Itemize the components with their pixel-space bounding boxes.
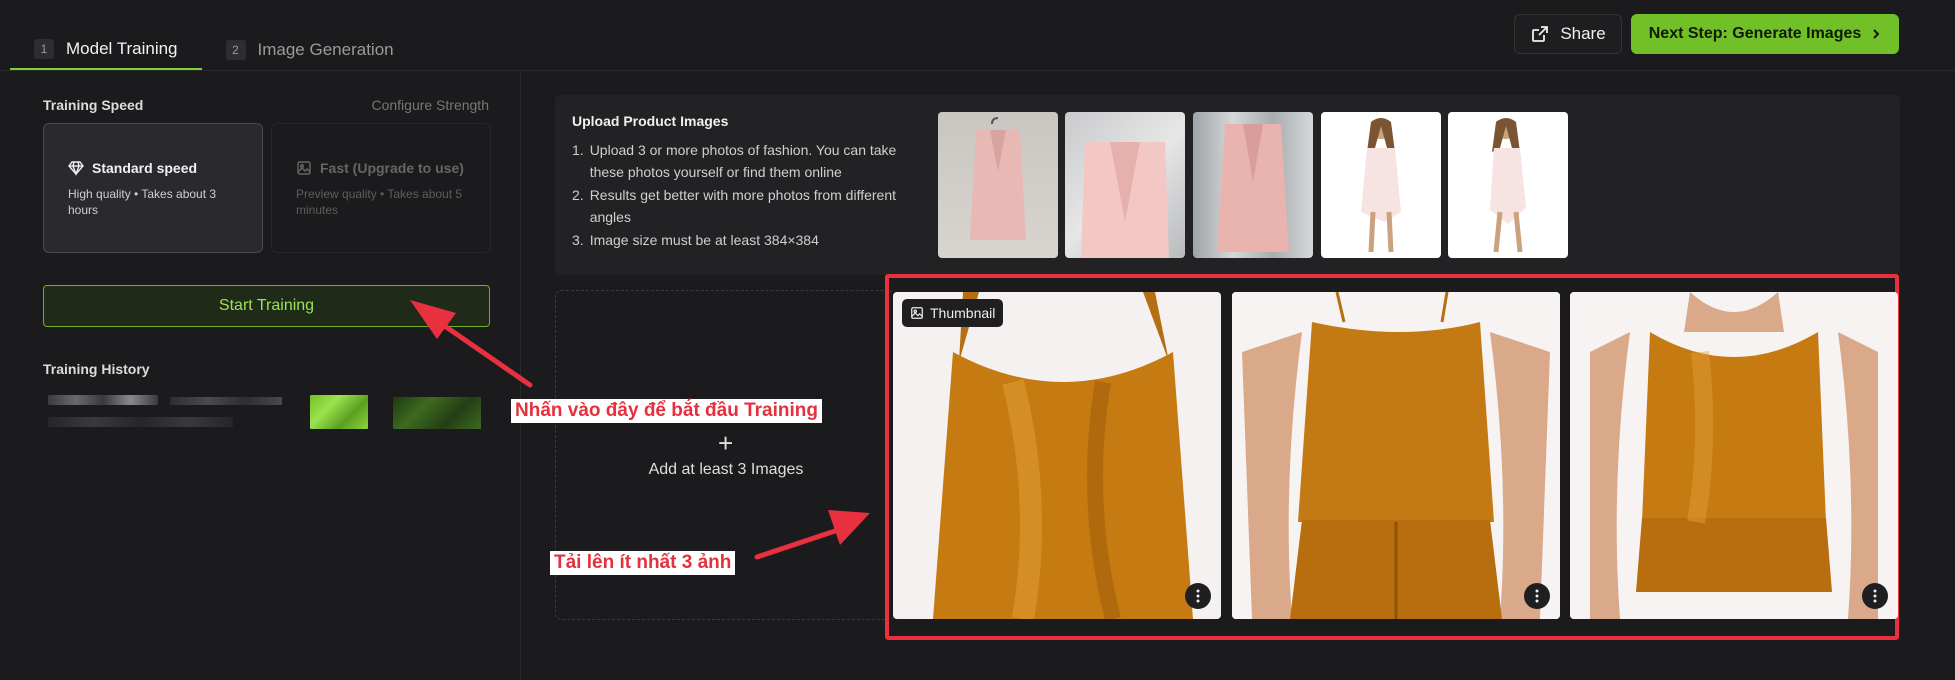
- arrow-to-start-training: [410, 300, 533, 388]
- annotation-arrows: [410, 300, 870, 560]
- upload-annotation: Tải lên ít nhất 3 ảnh: [550, 551, 736, 575]
- arrow-to-uploaded-images: [754, 510, 870, 560]
- start-training-annotation: Nhấn vào đây để bắt đầu Training: [511, 399, 822, 423]
